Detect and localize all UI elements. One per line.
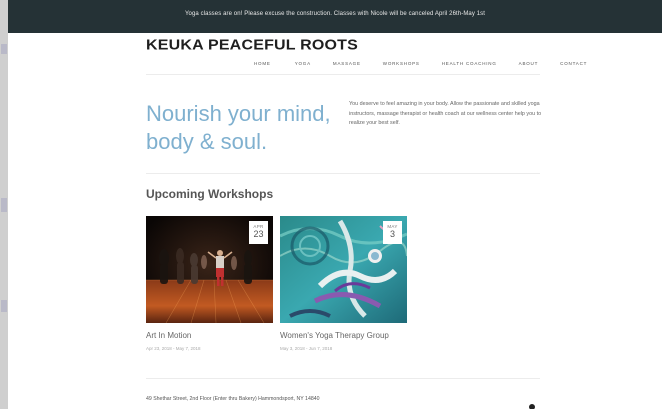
workshop-card[interactable]: MAY 3 Women's Yoga Therapy Group May 3, … (280, 216, 407, 351)
edge-mark (1, 300, 7, 312)
workshop-dates: Apr 23, 2018 - May 7, 2018 (146, 346, 201, 351)
header-divider (146, 74, 540, 75)
date-badge: APR 23 (249, 221, 268, 244)
edge-mark (1, 198, 7, 212)
workshop-title[interactable]: Women's Yoga Therapy Group (280, 331, 389, 340)
footer-address: 49 Shethar Street, 2nd Floor (Enter thru… (146, 396, 320, 402)
web-page: Yoga classes are on! Please excuse the c… (8, 0, 662, 409)
edge-mark (1, 44, 7, 54)
announcement-text: Yoga classes are on! Please excuse the c… (184, 11, 486, 17)
date-day: 3 (389, 229, 395, 239)
main-nav: HOME YOGA MASSAGE WORKSHOPS HEALTH COACH… (254, 61, 587, 66)
nav-item-health-coaching[interactable]: HEALTH COACHING (442, 61, 497, 66)
site-logo[interactable]: KEUKA PEACEFUL ROOTS (146, 38, 358, 54)
nav-item-contact[interactable]: CONTACT (560, 61, 587, 66)
announcement-bar: Yoga classes are on! Please excuse the c… (8, 0, 662, 33)
date-day: 23 (253, 229, 264, 239)
section-divider (146, 173, 540, 174)
nav-item-workshops[interactable]: WORKSHOPS (383, 61, 420, 66)
date-badge: MAY 3 (383, 221, 402, 244)
workshop-card[interactable]: APR 23 Art In Motion Apr 23, 2018 - May … (146, 216, 273, 351)
nav-item-yoga[interactable]: YOGA (295, 61, 311, 66)
workshop-image[interactable]: MAY 3 (280, 216, 407, 323)
chat-icon[interactable] (529, 404, 535, 409)
window-left-edge (0, 0, 8, 409)
workshops-heading: Upcoming Workshops (146, 187, 274, 201)
nav-item-about[interactable]: ABOUT (519, 61, 539, 66)
hero-title: Nourish your mind, body & soul. (146, 101, 331, 154)
workshop-image[interactable]: APR 23 (146, 216, 273, 323)
hero-text: You deserve to feel amazing in your body… (349, 101, 542, 127)
footer-divider (146, 378, 540, 379)
nav-item-home[interactable]: HOME (254, 61, 271, 66)
workshop-dates: May 3, 2018 - Jun 7, 2018 (280, 346, 333, 351)
workshop-title[interactable]: Art In Motion (146, 331, 191, 340)
nav-item-massage[interactable]: MASSAGE (333, 61, 361, 66)
